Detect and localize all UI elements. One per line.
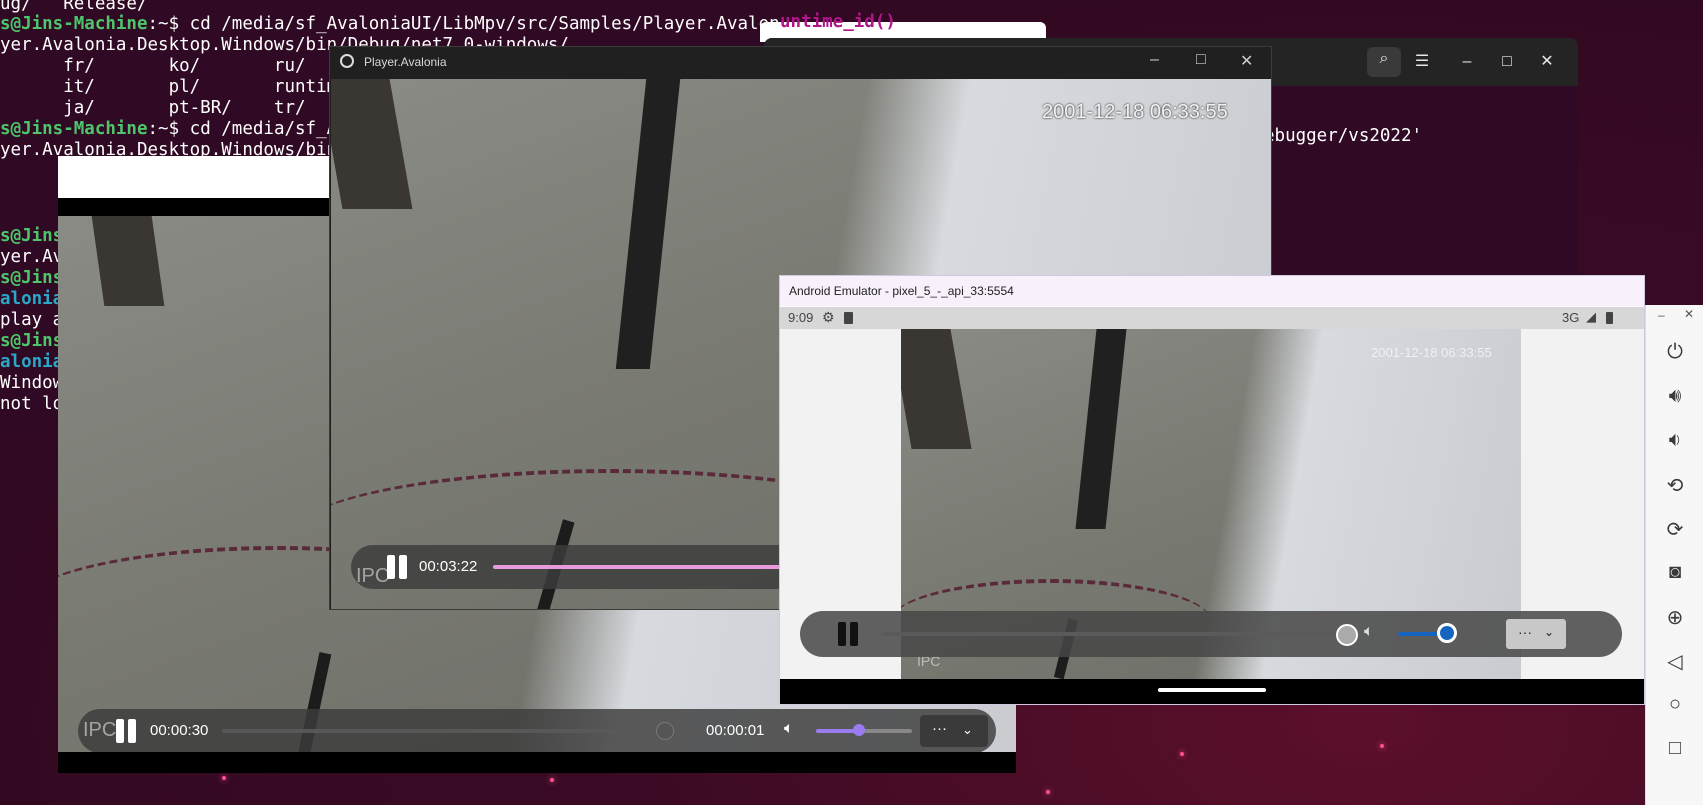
volume-icon[interactable]: 🔈︎ bbox=[1364, 623, 1374, 641]
pause-button[interactable] bbox=[385, 555, 409, 579]
remaining-time: 00:00:01 bbox=[706, 722, 765, 739]
sim-card-icon bbox=[844, 312, 853, 324]
terminal-line: s@Jins bbox=[0, 268, 64, 288]
android-player-controls: 🔈︎ ··· ⌄ bbox=[800, 611, 1622, 657]
rotate-left-icon[interactable]: ⟲ bbox=[1646, 473, 1703, 498]
pause-button[interactable] bbox=[114, 719, 138, 743]
power-icon[interactable]: ⏻ bbox=[1646, 341, 1703, 364]
window-titlebar[interactable]: Player.Avalonia – □ ✕ bbox=[330, 47, 1271, 78]
desktop-sparkle bbox=[1380, 744, 1384, 748]
terminal-text: ebugger/vs2022' bbox=[1264, 126, 1423, 146]
window-title: Player.Avalonia bbox=[364, 55, 447, 69]
home-icon[interactable]: ○ bbox=[1646, 693, 1703, 716]
desktop-sparkle bbox=[1180, 752, 1184, 756]
seek-bar[interactable] bbox=[222, 729, 702, 733]
rotate-right-icon[interactable]: ⟳ bbox=[1646, 517, 1703, 542]
battery-icon bbox=[1606, 312, 1613, 324]
volume-thumb[interactable] bbox=[853, 724, 866, 736]
camera-icon[interactable]: ◙ bbox=[1646, 561, 1703, 584]
terminal-line: s@Jins-Machine:~$ cd /media/sf_Ava bbox=[0, 119, 359, 139]
back-icon[interactable]: ◁ bbox=[1646, 649, 1703, 674]
player-avalonia-controls: IPC 00:03:22 bbox=[351, 545, 811, 589]
close-icon[interactable]: ✕ bbox=[1684, 307, 1694, 321]
seek-thumb[interactable] bbox=[655, 722, 674, 740]
emulator-side-toolbar: – ✕ ⏻ 🔊︎ 🔉︎ ⟲ ⟳ ◙ ⊕ ◁ ○ □ bbox=[1645, 305, 1703, 805]
window-titlebar[interactable]: Android Emulator - pixel_5_-_api_33:5554 bbox=[780, 276, 1644, 306]
signal-icon: ◢ bbox=[1586, 309, 1596, 324]
video-timestamp: 2001-12-18 06:33:55 bbox=[1042, 101, 1228, 123]
menu-icon[interactable]: ☰ bbox=[1410, 50, 1434, 74]
close-icon[interactable]: ✕ bbox=[1535, 50, 1559, 74]
overview-icon[interactable]: □ bbox=[1646, 737, 1703, 760]
minimize-icon[interactable]: – bbox=[1455, 50, 1479, 74]
more-label: ··· bbox=[932, 720, 947, 737]
minimize-icon[interactable]: – bbox=[1150, 51, 1159, 69]
chevron-down-icon: ⌄ bbox=[1544, 625, 1555, 639]
clock: 9:09 bbox=[788, 310, 814, 325]
zoom-icon[interactable]: ⊕ bbox=[1646, 605, 1703, 630]
more-options-button[interactable]: ··· ⌄ bbox=[1506, 619, 1566, 649]
seek-bar[interactable] bbox=[493, 565, 811, 569]
desktop-sparkle bbox=[222, 776, 226, 780]
current-time: 00:00:30 bbox=[150, 722, 209, 739]
volume-thumb[interactable] bbox=[1437, 623, 1457, 643]
video-timestamp: 2001-12-18 06:33:55 bbox=[1371, 345, 1492, 360]
more-options-button[interactable]: ··· ⌄ bbox=[920, 715, 988, 747]
seek-bar[interactable] bbox=[883, 632, 1345, 636]
player-left-controls: IPC 00:00:30 00:00:01 🔈︎ ··· ⌄ bbox=[78, 709, 996, 752]
terminal-line: s@Jins bbox=[0, 331, 64, 351]
seek-thumb[interactable] bbox=[1336, 624, 1358, 646]
desktop-sparkle bbox=[1046, 790, 1050, 794]
minimize-icon[interactable]: – bbox=[1658, 308, 1665, 322]
pause-button[interactable] bbox=[836, 622, 860, 646]
chevron-down-icon: ⌄ bbox=[962, 722, 973, 737]
android-nav-bar bbox=[780, 679, 1644, 704]
terminal-line: ja/ pt-BR/ tr/ bbox=[0, 98, 306, 118]
more-label: ··· bbox=[1518, 624, 1532, 640]
terminal-line: ug/ Release/ bbox=[0, 0, 148, 14]
terminal-line: s@Jins-Machine:~$ cd /media/sf_AvaloniaU… bbox=[0, 14, 780, 34]
search-icon[interactable]: ⌕ bbox=[1367, 47, 1401, 77]
code-snippet: untime_id() bbox=[780, 12, 896, 32]
volume-up-icon[interactable]: 🔊︎ bbox=[1646, 385, 1703, 408]
app-logo-icon bbox=[340, 54, 354, 68]
maximize-icon[interactable]: □ bbox=[1495, 50, 1519, 74]
ipc-watermark: IPC bbox=[83, 719, 117, 741]
desktop-sparkle bbox=[550, 778, 554, 782]
terminal-line: fr/ ko/ ru/ bbox=[0, 56, 306, 76]
volume-down-icon[interactable]: 🔉︎ bbox=[1646, 429, 1703, 452]
network-label: 3G bbox=[1562, 310, 1580, 325]
gear-icon: ⚙ bbox=[822, 309, 835, 325]
android-emulator-window[interactable]: Android Emulator - pixel_5_-_api_33:5554… bbox=[779, 275, 1645, 705]
current-time: 00:03:22 bbox=[419, 558, 478, 575]
close-icon[interactable]: ✕ bbox=[1240, 51, 1253, 71]
home-indicator[interactable] bbox=[1158, 688, 1266, 692]
window-title: Android Emulator - pixel_5_-_api_33:5554 bbox=[789, 284, 1014, 298]
maximize-icon[interactable]: □ bbox=[1196, 51, 1206, 69]
android-status-bar: 9:09 ⚙ 3G ◢ bbox=[780, 307, 1644, 329]
volume-icon[interactable]: 🔈︎ bbox=[784, 720, 794, 738]
terminal-line: it/ pl/ runtime bbox=[0, 77, 348, 97]
terminal-line: s@Jins bbox=[0, 226, 64, 246]
